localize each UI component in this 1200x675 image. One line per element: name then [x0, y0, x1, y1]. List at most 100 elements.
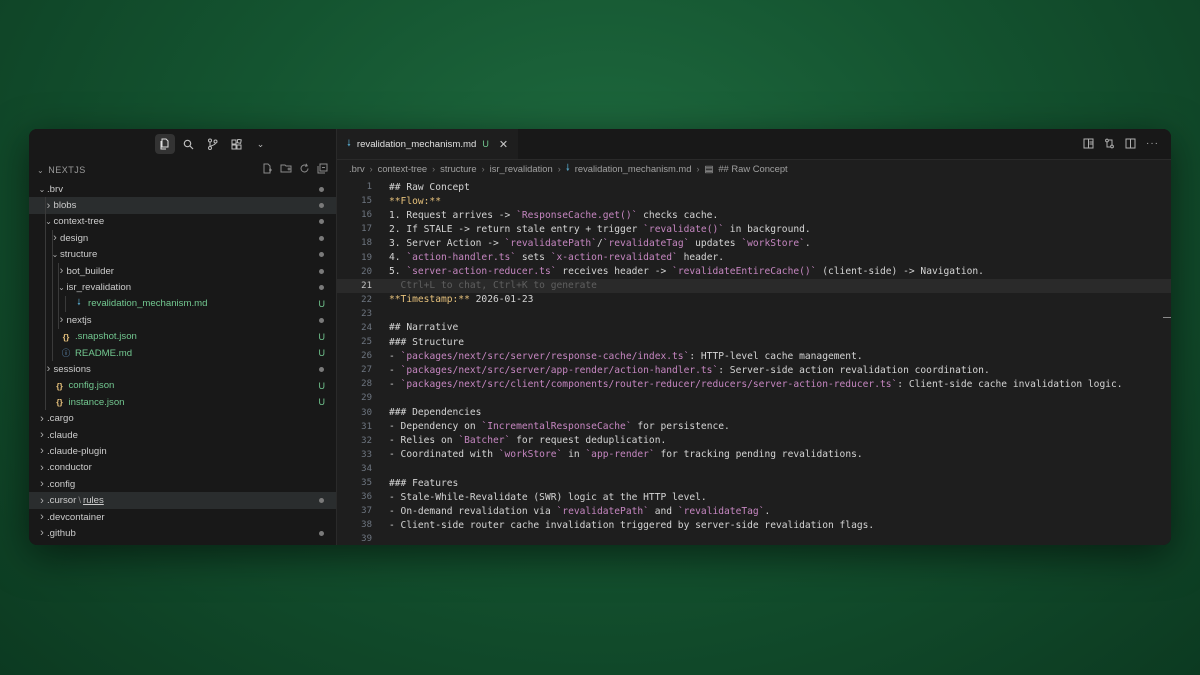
chevron-right-icon: ›: [40, 527, 44, 540]
tree-item-github[interactable]: › .github: [29, 525, 336, 541]
code-token: `ResponseCache.get()`: [516, 209, 638, 221]
tab-bar: 🠗 revalidation_mechanism.md U ✕: [337, 129, 1171, 160]
tab-revalidation-mechanism[interactable]: 🠗 revalidation_mechanism.md U ✕: [337, 129, 519, 159]
chevron-right-icon: ›: [40, 511, 44, 523]
code-line[interactable]: 27- `packages/next/src/server/app-render…: [337, 363, 1171, 377]
tree-item-label: .claude: [47, 429, 78, 441]
tree-item-nextjs[interactable]: › nextjs: [29, 312, 336, 329]
chevron-down-icon[interactable]: ⌄: [251, 134, 271, 154]
code-token: `action-handler.ts`: [406, 252, 517, 264]
line-number: 20: [361, 266, 372, 277]
source-control-icon[interactable]: [203, 134, 223, 154]
breadcrumb-item[interactable]: isr_revalidation: [490, 163, 553, 174]
code-line[interactable]: 25 ### Structure: [337, 335, 1171, 349]
chevron-right-icon: ›: [369, 163, 373, 174]
search-icon[interactable]: [179, 134, 199, 154]
code-editor[interactable]: 1 ## Raw Concept 15 **Flow:** 16 1. Request a…: [337, 177, 1171, 545]
breadcrumb-item[interactable]: context-tree: [378, 163, 428, 174]
tree-item-isr-revalidation[interactable]: ⌄ isr_revalidation: [29, 279, 336, 296]
indent-guide: [45, 246, 46, 263]
modified-dot-indicator: [319, 235, 324, 241]
split-editor-icon[interactable]: [1125, 138, 1136, 152]
tree-item-claude-plugin[interactable]: › .claude-plugin: [29, 443, 336, 459]
refresh-icon[interactable]: [299, 163, 310, 177]
more-icon[interactable]: ···: [1146, 138, 1159, 152]
code-line[interactable]: 33- Coordinated with `workStore` in `app…: [337, 448, 1171, 462]
tree-item-cargo[interactable]: › .cargo: [29, 410, 336, 426]
code-line[interactable]: 35 ### Features: [337, 476, 1171, 490]
extensions-icon[interactable]: [227, 134, 247, 154]
compare-icon[interactable]: [1104, 138, 1115, 152]
code-text: ## Raw Concept: [372, 182, 470, 193]
explorer-header[interactable]: ⌄ NEXTJS: [29, 159, 336, 181]
code-token: ## Narrative: [389, 322, 459, 334]
code-line[interactable]: 31- Dependency on `IncrementalResponseCa…: [337, 420, 1171, 434]
code-line[interactable]: 21 Ctrl+L to chat, Ctrl+K to generate: [337, 278, 1171, 293]
tree-item-design[interactable]: › design: [29, 230, 336, 247]
breadcrumb-item[interactable]: structure: [440, 163, 476, 174]
code-line[interactable]: 34: [337, 462, 1171, 476]
tree-item-claude[interactable]: › .claude: [29, 427, 336, 443]
tree-item-cursor[interactable]: › .cursor \ rules: [29, 492, 336, 509]
code-line[interactable]: 24 ## Narrative: [337, 321, 1171, 335]
tree-item-config[interactable]: › .config: [29, 476, 336, 492]
tree-item-conductor[interactable]: › .conductor: [29, 460, 336, 476]
code-line[interactable]: 37- On-demand revalidation via `revalida…: [337, 504, 1171, 518]
tree-item-sessions[interactable]: › sessions: [29, 361, 336, 378]
code-line[interactable]: 1 ## Raw Concept: [337, 180, 1171, 194]
code-line[interactable]: 36 - Stale-While-Revalidate (SWR) logic a…: [337, 490, 1171, 504]
code-line[interactable]: 39: [337, 532, 1171, 545]
code-line[interactable]: 32- Relies on `Batcher` for request dedu…: [337, 434, 1171, 448]
open-preview-icon[interactable]: [1083, 138, 1094, 152]
tree-item-instance-json[interactable]: {} instance.json U: [29, 394, 336, 411]
indent-guide: [51, 262, 53, 280]
tree-item-brv[interactable]: ⌄ .brv: [29, 181, 336, 197]
code-line[interactable]: 17 2. If STALE -> return stale entry + tr…: [337, 222, 1171, 236]
scrollbar-marker[interactable]: [1163, 317, 1171, 318]
indent-guide: [51, 328, 53, 345]
code-token: 5.: [389, 266, 407, 278]
modified-dot-indicator: [319, 498, 324, 504]
tree-item-husky[interactable]: ›.husky: [29, 542, 336, 545]
code-line[interactable]: 22 **Timestamp:** 2026-01-23: [337, 293, 1171, 307]
tree-item-label: .snapshot.json: [75, 331, 137, 343]
tree-item-bot-builder[interactable]: › bot_builder: [29, 262, 336, 280]
code-line[interactable]: 15 **Flow:**: [337, 194, 1171, 208]
collapse-all-icon[interactable]: [317, 163, 328, 177]
code-line[interactable]: 19 4. `action-handler.ts` sets `x-action-…: [337, 250, 1171, 264]
code-line[interactable]: 18 3. Server Action -> `revalidatePath`/`…: [337, 236, 1171, 250]
tree-item-readme-md[interactable]: ⓘ README.md U: [29, 344, 336, 362]
tree-item-snapshot-json[interactable]: {} .snapshot.json U: [29, 328, 336, 345]
breadcrumb-item[interactable]: revalidation_mechanism.md: [575, 163, 692, 174]
code-text: **Timestamp:** 2026-01-23: [372, 294, 533, 305]
code-token: .: [804, 237, 811, 249]
code-line[interactable]: 38 - Client-side router cache invalidatio…: [337, 518, 1171, 532]
tree-item-config-json[interactable]: {} config.json U: [29, 377, 336, 395]
tree-item-revalidation-mechanism-md[interactable]: 🠗 revalidation_mechanism.md U: [29, 295, 336, 313]
indent-guide: [45, 213, 46, 231]
tree-item-label: config.json: [68, 380, 115, 392]
code-token: `server-action-reducer.ts`: [406, 266, 557, 278]
breadcrumb-item[interactable]: ## Raw Concept: [718, 163, 787, 174]
code-line[interactable]: 28- `packages/next/src/client/components…: [337, 377, 1171, 391]
new-file-icon[interactable]: [262, 163, 273, 177]
tree-item-blobs[interactable]: › blobs: [29, 197, 336, 214]
breadcrumb-item[interactable]: .brv: [349, 163, 365, 174]
code-line[interactable]: 29: [337, 391, 1171, 405]
indent-guide: [51, 279, 53, 296]
code-line[interactable]: 20 5. `server-action-reducer.ts` receives…: [337, 265, 1171, 279]
code-token: - Relies on: [389, 435, 459, 447]
tree-item-sublabel[interactable]: rules: [83, 495, 104, 506]
code-token: - Coordinated with: [389, 449, 499, 461]
tree-item-devcontainer[interactable]: › .devcontainer: [29, 509, 336, 525]
code-line[interactable]: 26- `packages/next/src/server/response-c…: [337, 349, 1171, 363]
code-line[interactable]: 16 1. Request arrives -> `ResponseCache.g…: [337, 208, 1171, 222]
code-line[interactable]: 23: [337, 307, 1171, 321]
modified-dot-indicator: [319, 186, 324, 192]
close-icon[interactable]: ✕: [499, 138, 508, 151]
new-folder-icon[interactable]: [280, 163, 292, 177]
tree-item-context-tree[interactable]: ⌄ context-tree: [29, 213, 336, 231]
files-icon[interactable]: [154, 134, 175, 154]
tree-item-structure[interactable]: ⌄ structure: [29, 246, 336, 263]
code-line[interactable]: 30 ### Dependencies: [337, 406, 1171, 420]
